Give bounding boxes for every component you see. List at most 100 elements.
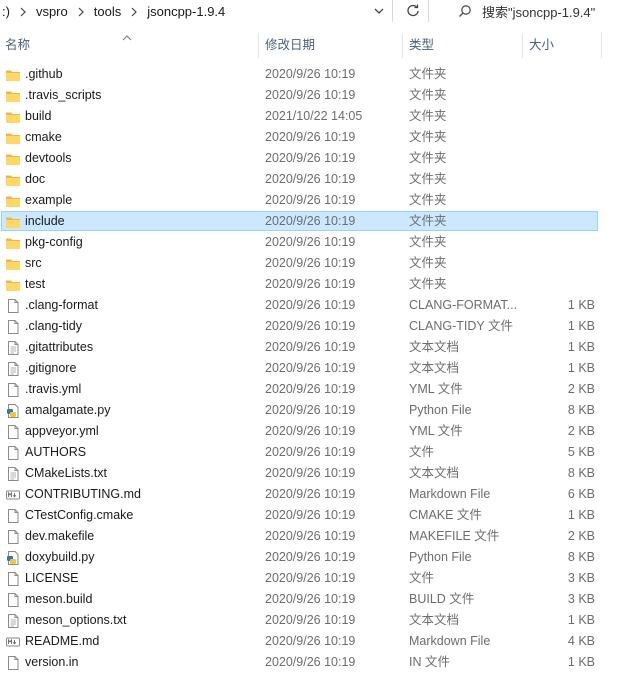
file-name[interactable]: amalgamate.py (25, 400, 110, 421)
file-row[interactable]: .gitattributes 2020/9/26 10:19 文本文档 1 KB (0, 337, 632, 358)
file-name[interactable]: appveyor.yml (25, 421, 99, 442)
file-name[interactable]: .clang-tidy (25, 316, 82, 337)
file-row[interactable]: AUTHORS 2020/9/26 10:19 文件 5 KB (0, 442, 632, 463)
column-divider[interactable] (522, 33, 523, 58)
breadcrumb[interactable]: :) vspro tools jsoncpp-1.9.4 (0, 0, 393, 22)
file-name[interactable]: dev.makefile (25, 526, 94, 547)
file-name[interactable]: .gitignore (25, 358, 76, 379)
file-row[interactable]: appveyor.yml 2020/9/26 10:19 YML 文件 2 KB (0, 421, 632, 442)
file-type: CLANG-FORMAT... (409, 298, 518, 312)
file-date: 2020/9/26 10:19 (265, 172, 356, 186)
file-name[interactable]: .travis_scripts (25, 85, 101, 106)
column-header-date[interactable]: 修改日期 (265, 33, 315, 58)
file-name[interactable]: meson.build (25, 589, 92, 610)
file-size: 4 KB (567, 634, 595, 648)
column-header-type[interactable]: 类型 (409, 33, 434, 58)
file-size: 1 KB (567, 655, 595, 669)
file-name[interactable]: .travis.yml (25, 379, 81, 400)
text-file-icon (5, 361, 21, 377)
file-name[interactable]: example (25, 190, 72, 211)
file-row[interactable]: CMakeLists.txt 2020/9/26 10:19 文本文档 8 KB (0, 463, 632, 484)
file-date: 2020/9/26 10:19 (265, 655, 356, 669)
file-type: Python File (409, 403, 472, 417)
file-row[interactable]: src 2020/9/26 10:19 文件夹 (0, 253, 632, 274)
file-name[interactable]: test (25, 274, 45, 295)
file-row[interactable]: CTestConfig.cmake 2020/9/26 10:19 CMAKE … (0, 505, 632, 526)
search-box[interactable]: 搜索"jsoncpp-1.9.4" (446, 0, 632, 22)
file-row[interactable]: version.in 2020/9/26 10:19 IN 文件 1 KB (0, 652, 632, 673)
python-file-icon (5, 550, 21, 566)
file-row[interactable]: devtools 2020/9/26 10:19 文件夹 (0, 148, 632, 169)
file-row[interactable]: meson_options.txt 2020/9/26 10:19 文本文档 1… (0, 610, 632, 631)
file-row[interactable]: pkg-config 2020/9/26 10:19 文件夹 (0, 232, 632, 253)
file-name[interactable]: LICENSE (25, 568, 79, 589)
file-row[interactable]: cmake 2020/9/26 10:19 文件夹 (0, 127, 632, 148)
file-name[interactable]: .github (25, 64, 63, 85)
file-row[interactable]: CONTRIBUTING.md 2020/9/26 10:19 Markdown… (0, 484, 632, 505)
file-row[interactable]: .gitignore 2020/9/26 10:19 文本文档 1 KB (0, 358, 632, 379)
chevron-down-icon[interactable] (372, 4, 386, 18)
chevron-right-icon[interactable] (126, 4, 142, 19)
breadcrumb-item-vspro[interactable]: vspro (31, 4, 73, 19)
column-header-size[interactable]: 大小 (529, 33, 554, 58)
search-input[interactable]: 搜索"jsoncpp-1.9.4" (482, 2, 595, 21)
file-name[interactable]: devtools (25, 148, 72, 169)
file-row[interactable]: .travis_scripts 2020/9/26 10:19 文件夹 (0, 85, 632, 106)
file-type: 文件夹 (409, 235, 447, 249)
file-row[interactable]: doc 2020/9/26 10:19 文件夹 (0, 169, 632, 190)
file-row[interactable]: .github 2020/9/26 10:19 文件夹 (0, 64, 632, 85)
file-type: 文件夹 (409, 130, 447, 144)
refresh-button[interactable] (398, 0, 429, 22)
text-file-icon (5, 340, 21, 356)
column-divider[interactable] (402, 33, 403, 58)
file-date: 2020/9/26 10:19 (265, 214, 356, 228)
chevron-right-icon[interactable] (15, 4, 31, 19)
file-row[interactable]: build 2021/10/22 14:05 文件夹 (0, 106, 632, 127)
file-row[interactable]: .clang-format 2020/9/26 10:19 CLANG-FORM… (0, 295, 632, 316)
file-row[interactable]: README.md 2020/9/26 10:19 Markdown File … (0, 631, 632, 652)
column-divider[interactable] (601, 33, 602, 58)
file-date: 2020/9/26 10:19 (265, 151, 356, 165)
breadcrumb-item-tools[interactable]: tools (89, 4, 126, 19)
file-name[interactable]: CONTRIBUTING.md (25, 484, 141, 505)
file-size: 8 KB (567, 550, 595, 564)
file-name[interactable]: doxybuild.py (25, 547, 95, 568)
file-row[interactable]: doxybuild.py 2020/9/26 10:19 Python File… (0, 547, 632, 568)
file-row[interactable]: dev.makefile 2020/9/26 10:19 MAKEFILE 文件… (0, 526, 632, 547)
file-name[interactable]: cmake (25, 127, 62, 148)
blank-file-icon (5, 382, 21, 398)
file-row[interactable]: LICENSE 2020/9/26 10:19 文件 3 KB (0, 568, 632, 589)
file-row[interactable]: test 2020/9/26 10:19 文件夹 (0, 274, 632, 295)
chevron-right-icon[interactable] (73, 4, 89, 19)
file-name[interactable]: build (25, 106, 51, 127)
file-row[interactable]: example 2020/9/26 10:19 文件夹 (0, 190, 632, 211)
file-name[interactable]: pkg-config (25, 232, 83, 253)
file-name[interactable]: version.in (25, 652, 79, 673)
address-bar: :) vspro tools jsoncpp-1.9.4 搜索"jsoncpp-… (0, 0, 632, 22)
file-type: YML 文件 (409, 424, 463, 438)
file-name[interactable]: README.md (25, 631, 99, 652)
file-type: CMAKE 文件 (409, 508, 482, 522)
file-name[interactable]: AUTHORS (25, 442, 86, 463)
file-name[interactable]: include (25, 211, 65, 232)
search-icon (458, 4, 472, 18)
file-row[interactable]: meson.build 2020/9/26 10:19 BUILD 文件 3 K… (0, 589, 632, 610)
file-name[interactable]: doc (25, 169, 45, 190)
column-header-name[interactable]: 名称 (5, 33, 30, 58)
file-date: 2020/9/26 10:19 (265, 88, 356, 102)
column-divider[interactable] (258, 33, 259, 58)
file-row[interactable]: amalgamate.py 2020/9/26 10:19 Python Fil… (0, 400, 632, 421)
file-name[interactable]: CTestConfig.cmake (25, 505, 133, 526)
file-name[interactable]: meson_options.txt (25, 610, 126, 631)
file-name[interactable]: src (25, 253, 42, 274)
file-row[interactable]: include 2020/9/26 10:19 文件夹 (0, 211, 632, 232)
folder-icon (5, 193, 21, 209)
breadcrumb-item-root[interactable]: :) (0, 4, 15, 19)
file-row[interactable]: .clang-tidy 2020/9/26 10:19 CLANG-TIDY 文… (0, 316, 632, 337)
file-name[interactable]: .gitattributes (25, 337, 93, 358)
breadcrumb-item-jsoncpp[interactable]: jsoncpp-1.9.4 (142, 4, 230, 19)
file-name[interactable]: .clang-format (25, 295, 98, 316)
file-row[interactable]: .travis.yml 2020/9/26 10:19 YML 文件 2 KB (0, 379, 632, 400)
file-type: 文件夹 (409, 214, 447, 228)
file-name[interactable]: CMakeLists.txt (25, 463, 107, 484)
